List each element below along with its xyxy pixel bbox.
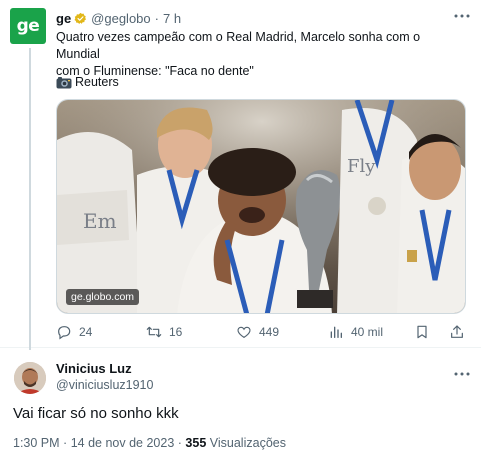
author-avatar[interactable]: ge [10, 8, 46, 44]
more-options-icon[interactable] [452, 6, 472, 26]
views-button[interactable]: 40 mil [328, 322, 383, 342]
reply-author-handle[interactable]: @viniciusluz1910 [56, 378, 153, 392]
like-button[interactable]: 449 [236, 322, 279, 342]
reply-icon [58, 326, 71, 340]
tweet-timestamp[interactable]: 7 h [163, 11, 181, 26]
reply-date[interactable]: 14 de nov de 2023 [71, 436, 175, 450]
celebration-photo: Em Fly [57, 100, 465, 313]
thread-connector-line [29, 48, 31, 350]
photo-source: Reuters [56, 74, 119, 90]
reply-author-name[interactable]: Vinicius Luz [56, 361, 132, 376]
author-handle[interactable]: @geglobo [91, 11, 150, 26]
reply-meta-separator-1: · [63, 436, 68, 450]
reply-author-avatar[interactable] [14, 362, 46, 394]
reply-views-label: Visualizações [209, 436, 286, 450]
author-name[interactable]: ge [56, 11, 71, 26]
verified-badge-icon [74, 12, 87, 24]
share-button[interactable] [449, 322, 472, 342]
tweet-actions-bar: 24 16 449 40 mil [56, 322, 466, 342]
photo-source-label: Reuters [75, 75, 119, 89]
views-count: 40 mil [351, 325, 384, 339]
tweet-header: ge @geglobo · 7 h [56, 9, 181, 27]
retweet-button[interactable]: 16 [146, 322, 182, 342]
reply-metadata: 1:30 PM · 14 de nov de 2023 · 355 Visual… [13, 436, 286, 450]
reply-text: Vai ficar só no sonho kkk [13, 405, 179, 422]
heart-icon [237, 326, 251, 339]
original-tweet[interactable]: ge ge @geglobo · 7 h Quatro vezes campeã… [0, 0, 481, 350]
reply-more-options-icon[interactable] [452, 364, 472, 384]
svg-text:Fly: Fly [347, 156, 376, 177]
share-icon [451, 325, 463, 338]
reply-time[interactable]: 1:30 PM [13, 436, 60, 450]
camera-emoji-icon [56, 76, 72, 88]
avatar-logo-text: ge [16, 16, 40, 36]
reply-count: 24 [79, 325, 93, 339]
reply-tweet[interactable]: Vinicius Luz @viniciusluz1910 Vai ficar … [0, 348, 481, 462]
retweet-count: 16 [169, 325, 183, 339]
header-separator: · [154, 10, 159, 26]
svg-text:Em: Em [83, 209, 117, 233]
tweet-text-line-1: Quatro vezes campeão com o Real Madrid, … [56, 30, 421, 61]
media-watermark: ge.globo.com [66, 289, 140, 305]
retweet-icon [146, 326, 162, 338]
tweet-photo[interactable]: Em Fly ge.globo.com [56, 99, 466, 314]
bookmark-icon [417, 325, 427, 339]
reply-views-count: 355 [185, 436, 207, 450]
bookmark-button[interactable] [414, 322, 437, 342]
like-count: 449 [259, 325, 280, 339]
user-photo [14, 362, 46, 394]
tweet-text: Quatro vezes campeão com o Real Madrid, … [56, 29, 466, 80]
reply-button[interactable]: 24 [56, 322, 92, 342]
reply-meta-separator-2: · [177, 436, 182, 450]
views-chart-icon [330, 326, 342, 338]
